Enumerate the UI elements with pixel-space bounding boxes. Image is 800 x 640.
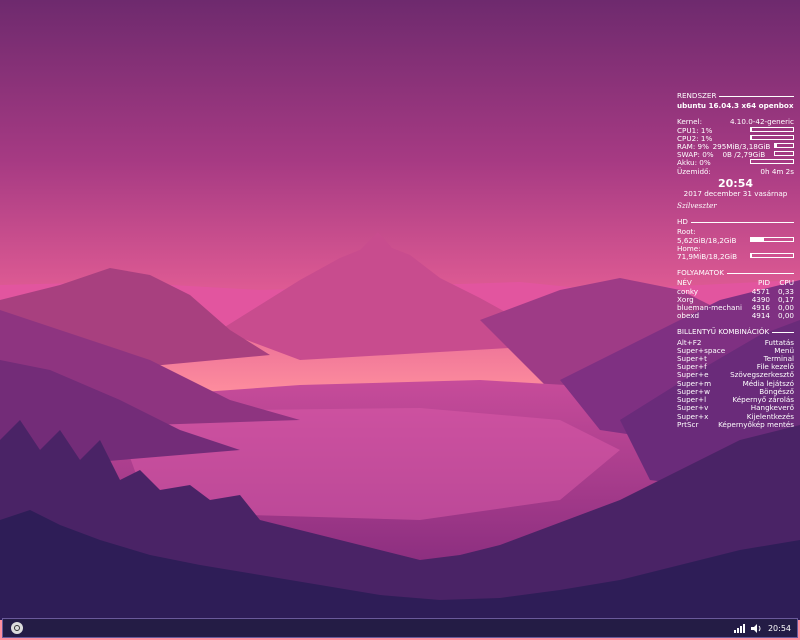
uptime-label: Üzemidő: (677, 166, 711, 176)
uptime-value: 0h 4m 2s (760, 166, 794, 176)
signal-icon[interactable] (733, 623, 745, 633)
cpu1-bar (750, 126, 794, 132)
home-value: 71,9MiB/18,2GiB (677, 252, 738, 262)
system-tray: 20:54 (733, 623, 791, 633)
cpu2-bar (750, 134, 794, 140)
distro-name: ubuntu 16.04.3 x64 openbox (677, 101, 794, 111)
kernel-value: 4.10.0-42-generic (729, 117, 794, 127)
swap-value: 0B /2,79GiB (722, 150, 766, 160)
shortcut-list: Alt+F2 Futtatás Super+space Menü Super+t Term… (677, 338, 794, 429)
proc-header-label: FOLYAMATOK (677, 268, 724, 278)
taskbar: 20:54 (2, 618, 798, 638)
swap-bar (773, 151, 794, 157)
volume-icon[interactable] (750, 623, 762, 633)
system-header: RENDSZER (677, 91, 794, 100)
root-bar (750, 236, 794, 242)
keys-header: BILLENTYŰ KOMBINÁCIÓK (677, 328, 794, 336)
hd-header-label: HD (677, 217, 688, 227)
hd-header: HD (677, 218, 794, 226)
keys-header-label: BILLENTYŰ KOMBINÁCIÓK (677, 327, 770, 337)
process-pid: 4914 (751, 311, 770, 321)
header-rule (772, 332, 794, 334)
process-row: obexd 4914 0,00 (677, 312, 794, 320)
conky-date: 2017 december 31 vasárnap (683, 188, 788, 198)
home-bar (750, 253, 794, 259)
event-label: Szilveszter (677, 201, 717, 211)
process-name: obexd (677, 311, 700, 321)
taskbar-clock[interactable]: 20:54 (768, 624, 791, 633)
process-row: conky 4571 0,33 (677, 287, 794, 296)
process-list: conky 4571 0,33 Xorg 4390 0,17 blueman-mechani… (677, 287, 794, 321)
conky-monitor: RENDSZER ubuntu 16.04.3 x64 openbox Kern… (677, 91, 794, 429)
proc-header: FOLYAMATOK (677, 269, 794, 277)
header-rule (690, 221, 794, 223)
process-cpu: 0,00 (777, 311, 794, 321)
ram-bar (774, 143, 794, 149)
header-rule (726, 272, 794, 274)
shortcut-action: Képernyőkép mentés (718, 419, 794, 429)
header-rule (719, 95, 794, 97)
system-header-label: RENDSZER (677, 91, 717, 100)
shortcut-row: PrtScr Képernyőkép mentés (677, 419, 794, 429)
shortcut-keys: PrtScr (677, 419, 699, 429)
home-row: 71,9MiB/18,2GiB (677, 252, 794, 262)
uptime-row: Üzemidő: 0h 4m 2s (677, 166, 794, 176)
battery-bar (750, 159, 794, 165)
menu-icon[interactable] (11, 622, 23, 634)
